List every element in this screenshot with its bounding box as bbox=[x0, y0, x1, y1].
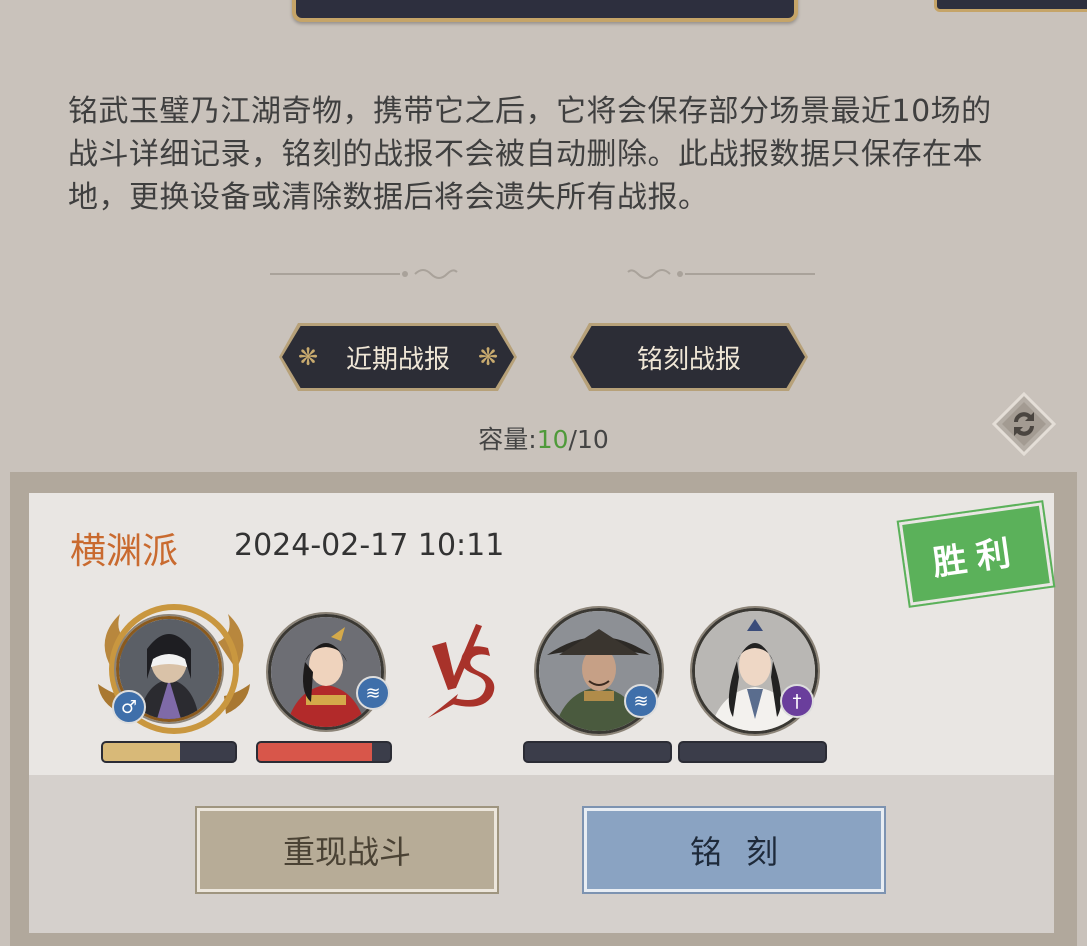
flower-ornament-icon: ❋ bbox=[477, 343, 499, 371]
flower-ornament-icon: ❋ bbox=[297, 343, 319, 371]
male-icon: ♂ bbox=[112, 690, 146, 724]
description-text: 铭武玉璧乃江湖奇物，携带它之后，它将会保存部分场景最近10场的战斗详细记录，铭刻… bbox=[68, 94, 992, 215]
ally-2-hp-bar bbox=[256, 741, 392, 763]
enemy-2-hp-bar bbox=[678, 741, 827, 763]
refresh-icon[interactable] bbox=[992, 392, 1056, 456]
water-element-icon: ≋ bbox=[356, 676, 390, 710]
capacity-separator: / bbox=[568, 425, 577, 454]
battle-record-actions bbox=[29, 775, 1054, 933]
tab-recent-label: 近期战报 bbox=[345, 344, 450, 375]
right-divider-ornament bbox=[627, 269, 815, 279]
top-right-frame bbox=[934, 0, 1087, 12]
tab-recent-reports[interactable]: ❋ 近期战报 ❋ bbox=[282, 326, 514, 388]
ally-1-hp-bar bbox=[101, 741, 237, 763]
tab-engraved-label: 铭刻战报 bbox=[636, 344, 741, 375]
engrave-button[interactable]: 铭刻 bbox=[582, 806, 886, 894]
capacity-used: 10 bbox=[536, 425, 569, 454]
sword-element-icon: † bbox=[780, 684, 814, 718]
replay-battle-label: 重现战斗 bbox=[282, 833, 411, 871]
ally-2-hp-fill bbox=[258, 743, 372, 761]
tab-engraved-reports[interactable]: 铭刻战报 bbox=[573, 326, 805, 388]
vs-emblem bbox=[428, 624, 495, 718]
battle-timestamp: 2024-02-17 10:11 bbox=[234, 528, 505, 563]
left-divider-ornament bbox=[270, 269, 458, 279]
capacity-label: 容量: bbox=[478, 425, 537, 454]
capacity-display: 容量:10/10 bbox=[0, 420, 1087, 456]
capacity-total: 10 bbox=[576, 425, 609, 454]
engrave-label: 铭刻 bbox=[689, 833, 802, 871]
replay-battle-button[interactable]: 重现战斗 bbox=[195, 806, 499, 894]
ally-1-hp-fill bbox=[103, 743, 180, 761]
ally-avatar-red-armor-heroine[interactable] bbox=[268, 614, 384, 730]
enemy-1-hp-bar bbox=[523, 741, 672, 763]
water-element-icon: ≋ bbox=[624, 684, 658, 718]
sect-name: 横渊派 bbox=[70, 531, 179, 572]
top-title-frame bbox=[292, 0, 798, 22]
